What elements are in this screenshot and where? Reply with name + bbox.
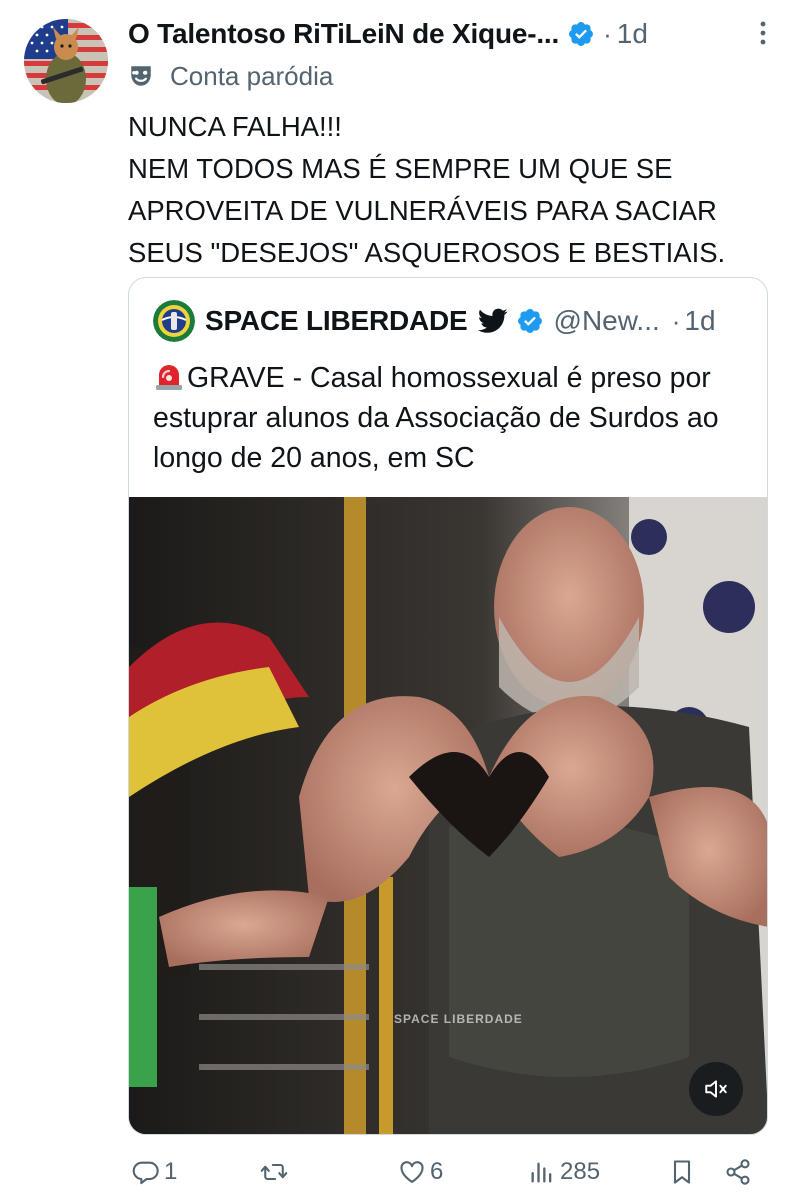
more-icon[interactable] [751,20,775,46]
repost-icon [260,1163,288,1181]
share-button[interactable] [724,1152,752,1192]
action-bar: 1 6 285 [128,1152,768,1192]
quote-time[interactable]: 1d [684,305,715,337]
post-time[interactable]: 1d [617,18,648,50]
parody-mask-icon [131,66,151,86]
quote-text-content: GRAVE - Casal homossexual é preso por es… [153,362,719,474]
quote-author-handle[interactable]: @New... [554,305,660,337]
reply-button[interactable]: 1 [132,1152,177,1192]
quote-header: SPACE LIBERDADE @New... · 1d [153,298,747,344]
quote-text: GRAVE - Casal homossexual é preso por es… [153,358,753,478]
repost-button[interactable] [260,1152,292,1192]
post-text: NUNCA FALHA!!! NEM TODOS MAS É SEMPRE UM… [128,111,726,268]
parody-label: Conta paródia [128,58,333,94]
like-icon [400,1161,424,1183]
views-button[interactable]: 285 [528,1152,600,1192]
tweet[interactable]: O Talentoso RiTiLeiN de Xique-... · 1d C… [0,0,793,1200]
share-icon [726,1159,750,1185]
mute-icon [705,1080,727,1098]
quote-author-name[interactable]: SPACE LIBERDADE [205,305,468,337]
video-player[interactable]: SPACE LIBERDADE [129,497,767,1134]
video-watermark: SPACE LIBERDADE [394,1012,523,1026]
views-count: 285 [560,1158,601,1185]
quote-author-avatar[interactable] [153,300,195,342]
parody-label-text: Conta paródia [170,60,334,91]
reply-icon [132,1161,159,1185]
quoted-tweet[interactable]: SPACE LIBERDADE @New... · 1d GRAVE - Cas… [128,277,768,1135]
verified-badge-icon [517,309,542,333]
like-button[interactable]: 6 [398,1152,443,1192]
author-avatar[interactable] [24,19,108,103]
avatar-image [24,19,108,103]
siren-emoji-icon [156,365,182,390]
twitter-bird-icon [477,308,508,333]
mute-button[interactable] [689,1062,743,1116]
like-count: 6 [430,1158,444,1185]
bookmark-icon [673,1160,691,1184]
separator-dot: · [603,18,612,49]
views-icon [531,1162,552,1183]
author-name[interactable]: O Talentoso RiTiLeiN de Xique-... [128,18,559,50]
separator-dot: · [671,305,681,336]
verified-badge-icon [569,22,594,46]
reply-count: 1 [164,1158,178,1185]
post-header: O Talentoso RiTiLeiN de Xique-... · 1d [128,14,779,54]
video-frame [129,497,767,1134]
bookmark-button[interactable] [668,1152,696,1192]
